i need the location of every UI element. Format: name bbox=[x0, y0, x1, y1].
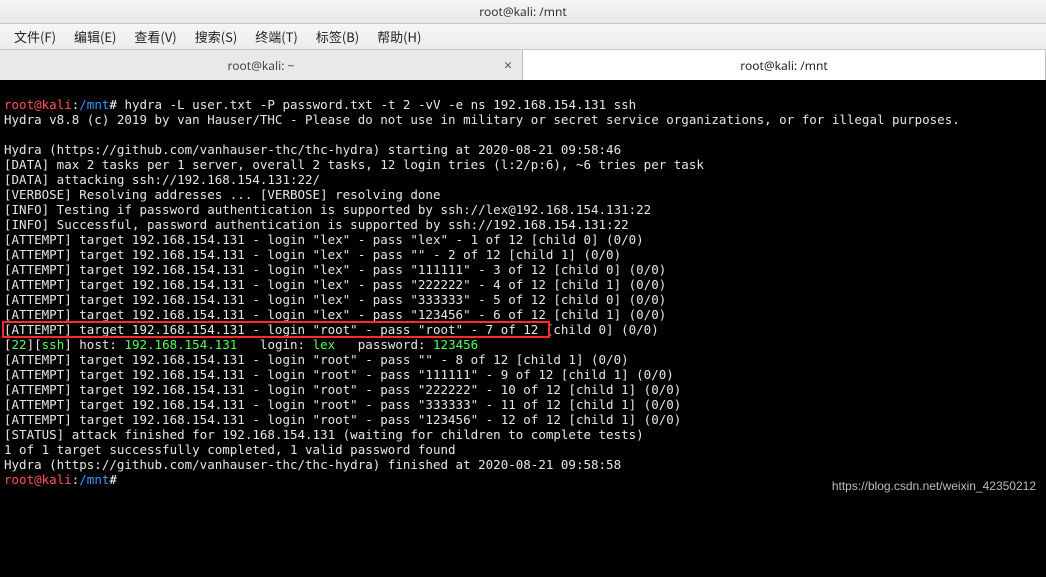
tab-mnt[interactable]: root@kali: /mnt bbox=[523, 50, 1046, 80]
output-line: [ATTEMPT] target 192.168.154.131 - login… bbox=[4, 262, 666, 277]
close-icon[interactable]: × bbox=[504, 56, 512, 75]
output-line: [ATTEMPT] target 192.168.154.131 - login… bbox=[4, 322, 659, 337]
prompt-at: @ bbox=[34, 97, 42, 112]
terminal[interactable]: root@kali:/mnt# hydra -L user.txt -P pas… bbox=[0, 80, 1046, 500]
output-line: 1 of 1 target successfully completed, 1 … bbox=[4, 442, 456, 457]
success-login: lex bbox=[313, 337, 336, 352]
menu-bar: 文件(F) 编辑(E) 查看(V) 搜索(S) 终端(T) 标签(B) 帮助(H… bbox=[0, 24, 1046, 50]
prompt2-path: /mnt bbox=[79, 472, 109, 487]
success-password: 123456 bbox=[433, 337, 478, 352]
tab-bar: root@kali: ~ × root@kali: /mnt bbox=[0, 50, 1046, 80]
prompt-path: /mnt bbox=[79, 97, 109, 112]
output-line: [ATTEMPT] target 192.168.154.131 - login… bbox=[4, 397, 681, 412]
output-line: [ATTEMPT] target 192.168.154.131 - login… bbox=[4, 382, 681, 397]
output-line: Hydra (https://github.com/vanhauser-thc/… bbox=[4, 457, 621, 472]
output-line: [ATTEMPT] target 192.168.154.131 - login… bbox=[4, 307, 666, 322]
menu-view[interactable]: 查看(V) bbox=[126, 25, 184, 48]
output-line: [ATTEMPT] target 192.168.154.131 - login… bbox=[4, 277, 666, 292]
output-line: [ATTEMPT] target 192.168.154.131 - login… bbox=[4, 232, 644, 247]
output-line: [ATTEMPT] target 192.168.154.131 - login… bbox=[4, 367, 674, 382]
prompt-host: kali bbox=[42, 97, 72, 112]
prompt2-host: kali bbox=[42, 472, 72, 487]
output-line: [DATA] max 2 tasks per 1 server, overall… bbox=[4, 157, 704, 172]
success-line: [22][ssh] host: 192.168.154.131 login: l… bbox=[4, 337, 478, 352]
menu-edit[interactable]: 编辑(E) bbox=[66, 25, 124, 48]
prompt2-user: root bbox=[4, 472, 34, 487]
command-line: hydra -L user.txt -P password.txt -t 2 -… bbox=[117, 97, 636, 112]
tab-home-label: root@kali: ~ bbox=[228, 57, 295, 74]
tab-mnt-label: root@kali: /mnt bbox=[740, 57, 827, 74]
watermark: https://blog.csdn.net/weixin_42350212 bbox=[832, 479, 1036, 494]
prompt2-at: @ bbox=[34, 472, 42, 487]
prompt2-hash: # bbox=[109, 472, 117, 487]
prompt-hash: # bbox=[109, 97, 117, 112]
output-line: [ATTEMPT] target 192.168.154.131 - login… bbox=[4, 247, 621, 262]
output-line: [INFO] Testing if password authenticatio… bbox=[4, 202, 651, 217]
prompt-user: root bbox=[4, 97, 34, 112]
output-line: Hydra (https://github.com/vanhauser-thc/… bbox=[4, 142, 621, 157]
output-line: [ATTEMPT] target 192.168.154.131 - login… bbox=[4, 352, 629, 367]
output-line: [ATTEMPT] target 192.168.154.131 - login… bbox=[4, 412, 681, 427]
success-host: 192.168.154.131 bbox=[124, 337, 237, 352]
output-line: [VERBOSE] Resolving addresses ... [VERBO… bbox=[4, 187, 441, 202]
output-line: [ATTEMPT] target 192.168.154.131 - login… bbox=[4, 292, 666, 307]
menu-file[interactable]: 文件(F) bbox=[6, 25, 64, 48]
menu-search[interactable]: 搜索(S) bbox=[187, 25, 246, 48]
success-port: 22 bbox=[12, 337, 27, 352]
output-line: Hydra v8.8 (c) 2019 by van Hauser/THC - … bbox=[4, 112, 960, 127]
output-line: [INFO] Successful, password authenticati… bbox=[4, 217, 629, 232]
window-title-text: root@kali: /mnt bbox=[479, 3, 566, 20]
success-proto: ssh bbox=[42, 337, 65, 352]
menu-tabs[interactable]: 标签(B) bbox=[308, 25, 367, 48]
output-line: [DATA] attacking ssh://192.168.154.131:2… bbox=[4, 172, 320, 187]
menu-help[interactable]: 帮助(H) bbox=[369, 25, 429, 48]
window-title: root@kali: /mnt bbox=[0, 0, 1046, 24]
tab-home[interactable]: root@kali: ~ × bbox=[0, 50, 523, 80]
menu-terminal[interactable]: 终端(T) bbox=[247, 25, 306, 48]
output-line: [STATUS] attack finished for 192.168.154… bbox=[4, 427, 644, 442]
